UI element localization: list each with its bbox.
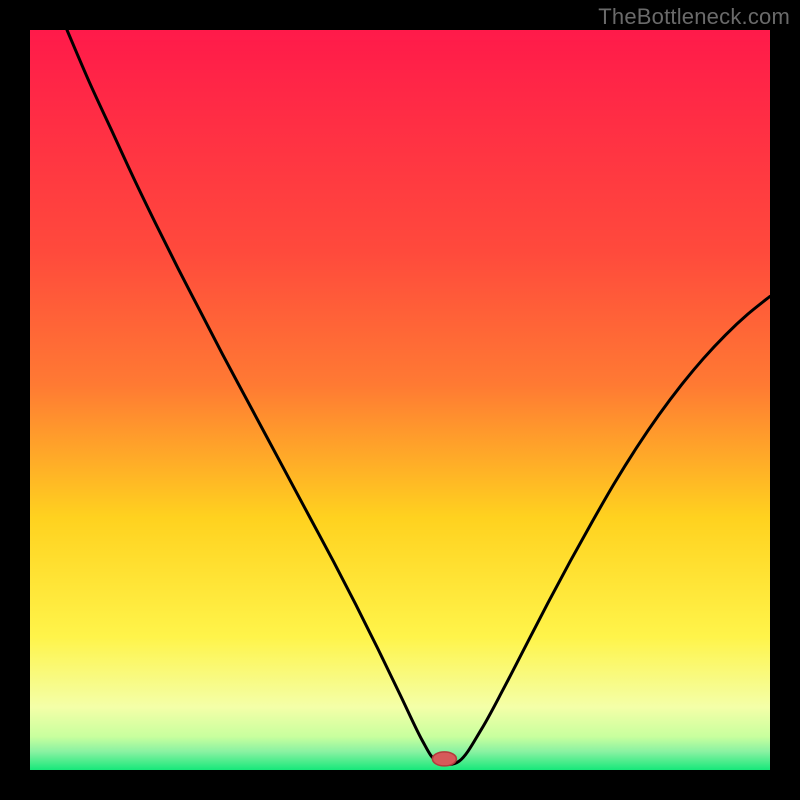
- optimal-point-marker: [432, 752, 456, 766]
- plot-area: [30, 30, 770, 770]
- chart-frame: TheBottleneck.com: [0, 0, 800, 800]
- bottleneck-curve-chart: [30, 30, 770, 770]
- watermark-text: TheBottleneck.com: [598, 4, 790, 30]
